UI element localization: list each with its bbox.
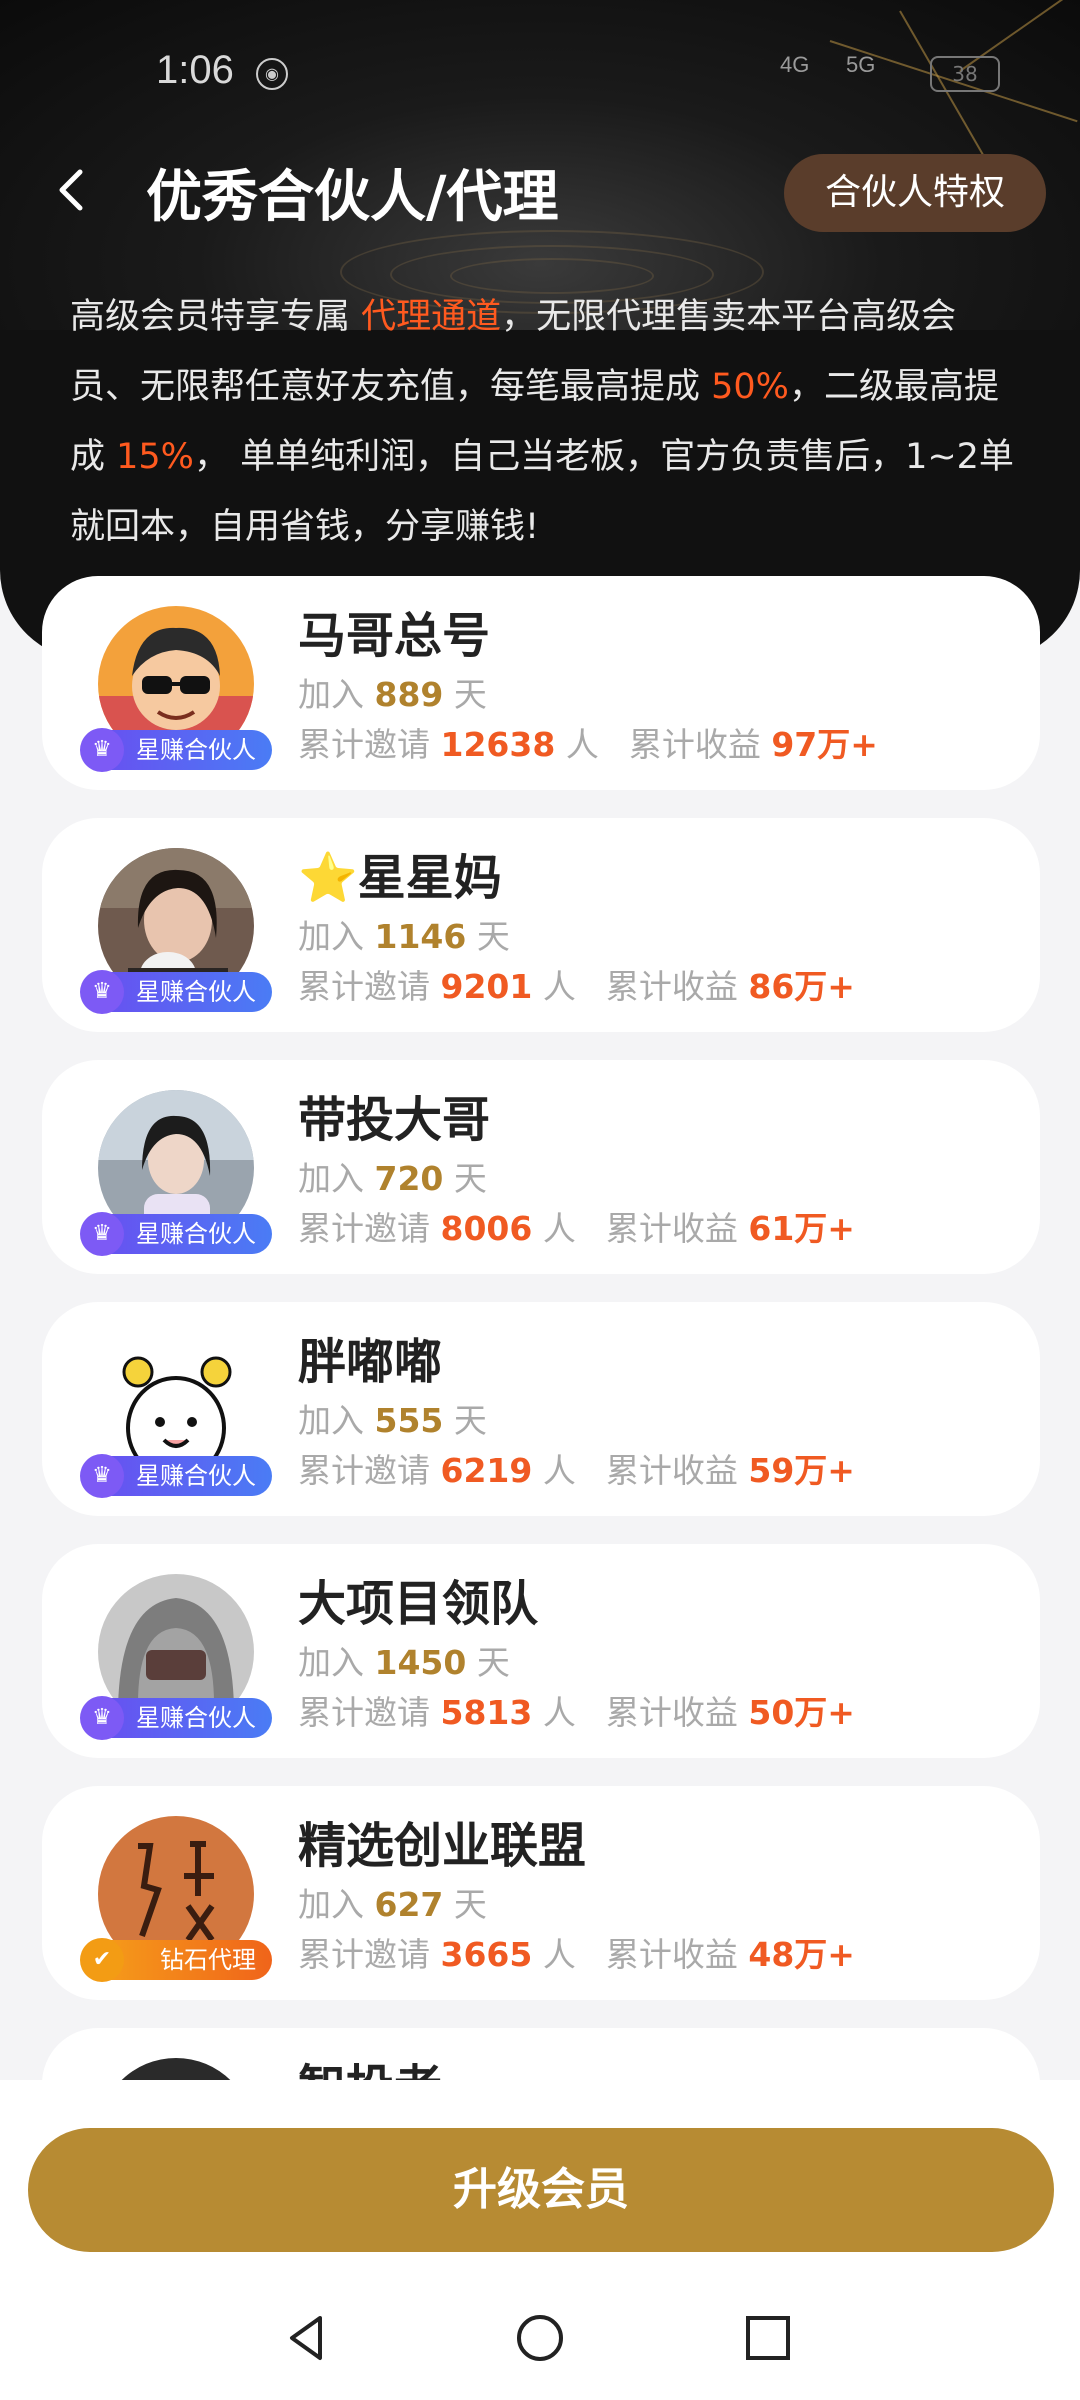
page-title: 优秀合伙人/代理 xyxy=(146,165,559,230)
partner-badge: ♛ 星赚合伙人 xyxy=(80,1212,272,1256)
second-level-commission-highlight: 15% xyxy=(116,437,194,477)
crown-icon: ♛ xyxy=(80,1454,124,1498)
crown-icon: ♛ xyxy=(80,1212,124,1256)
nav-recents-button[interactable] xyxy=(738,2308,798,2368)
commission-highlight: 50% xyxy=(711,367,789,407)
status-time: 1:06 xyxy=(156,48,234,92)
triangle-back-icon xyxy=(290,2316,322,2360)
partner-name: 智投者 xyxy=(298,2048,442,2080)
status-bar: 1:06 ◉ 4G 5G 38 xyxy=(0,0,1080,145)
partner-name: 精选创业联盟 xyxy=(298,1818,587,1874)
partner-name: 带投大哥 xyxy=(298,1092,491,1148)
chevron-left-icon xyxy=(59,169,83,211)
circle-home-icon xyxy=(517,2315,563,2361)
join-days: 加入 720 天 xyxy=(298,1159,487,1198)
signal-5g-icon: 5G xyxy=(846,52,876,77)
partner-name: ⭐星星妈 xyxy=(298,850,502,906)
partner-card[interactable]: ✔ 钻石代理 精选创业联盟 加入 627 天 累计邀请 3665 人累计收益 48… xyxy=(42,1786,1040,2000)
partner-card[interactable]: 智投者 xyxy=(42,2028,1040,2080)
join-days: 加入 555 天 xyxy=(298,1401,487,1440)
partner-badge: ♛ 星赚合伙人 xyxy=(80,1454,272,1498)
upgrade-member-button[interactable]: 升级会员 xyxy=(28,2128,1054,2252)
partner-card[interactable]: ♛ 星赚合伙人 胖嘟嘟 加入 555 天 累计邀请 6219 人累计收益 59万+ xyxy=(42,1302,1040,1516)
partner-stats: 累计邀请 5813 人累计收益 50万+ xyxy=(298,1693,855,1732)
partner-card[interactable]: ♛ 星赚合伙人 大项目领队 加入 1450 天 累计邀请 5813 人累计收益 5… xyxy=(42,1544,1040,1758)
partner-name: 大项目领队 xyxy=(298,1576,539,1632)
agent-channel-highlight: 代理通道 xyxy=(361,297,502,337)
partner-name: 马哥总号 xyxy=(298,608,491,664)
partner-stats: 累计邀请 12638 人累计收益 97万+ xyxy=(298,725,878,764)
back-button[interactable] xyxy=(44,160,104,220)
avatar xyxy=(98,2058,254,2080)
diamond-icon: ✔ xyxy=(80,1938,124,1982)
partner-badge: ✔ 钻石代理 xyxy=(80,1938,272,1982)
battery-icon: 38 xyxy=(930,56,1000,92)
partner-name: 胖嘟嘟 xyxy=(298,1334,443,1390)
join-days: 加入 889 天 xyxy=(298,675,487,714)
partner-card[interactable]: ♛ 星赚合伙人 带投大哥 加入 720 天 累计邀请 8006 人累计收益 61万… xyxy=(42,1060,1040,1274)
header-banner: 1:06 ◉ 4G 5G 38 优秀合伙人/代理 合伙人特权 高级会员特享专属 … xyxy=(0,0,1080,660)
partner-list[interactable]: ♛ 星赚合伙人 马哥总号 加入 889 天 累计邀请 12638 人累计收益 97… xyxy=(42,576,1040,2080)
crown-icon: ♛ xyxy=(80,970,124,1014)
partner-stats: 累计邀请 3665 人累计收益 48万+ xyxy=(298,1935,855,1974)
partner-privilege-button[interactable]: 合伙人特权 xyxy=(784,154,1046,232)
notification-icon: ◉ xyxy=(256,58,288,90)
partner-badge: ♛ 星赚合伙人 xyxy=(80,728,272,772)
signal-4g-icon: 4G xyxy=(780,52,810,77)
partner-card[interactable]: ♛ 星赚合伙人 ⭐星星妈 加入 1146 天 累计邀请 9201 人累计收益 86… xyxy=(42,818,1040,1032)
square-recents-icon xyxy=(746,2316,790,2360)
nav-home-button[interactable] xyxy=(510,2308,570,2368)
partner-stats: 累计邀请 8006 人累计收益 61万+ xyxy=(298,1209,855,1248)
nav-back-button[interactable] xyxy=(278,2308,338,2368)
partner-stats: 累计邀请 6219 人累计收益 59万+ xyxy=(298,1451,855,1490)
partner-badge: ♛ 星赚合伙人 xyxy=(80,970,272,1014)
join-days: 加入 627 天 xyxy=(298,1885,487,1924)
crown-icon: ♛ xyxy=(80,728,124,772)
description-text: 高级会员特享专属 代理通道，无限代理售卖本平台高级会员、无限帮任意好友充值，每笔… xyxy=(70,297,1014,547)
partner-card[interactable]: ♛ 星赚合伙人 马哥总号 加入 889 天 累计邀请 12638 人累计收益 97… xyxy=(42,576,1040,790)
partner-badge: ♛ 星赚合伙人 xyxy=(80,1696,272,1740)
crown-icon: ♛ xyxy=(80,1696,124,1740)
partner-stats: 累计邀请 9201 人累计收益 86万+ xyxy=(298,967,855,1006)
join-days: 加入 1450 天 xyxy=(298,1643,510,1682)
join-days: 加入 1146 天 xyxy=(298,917,510,956)
